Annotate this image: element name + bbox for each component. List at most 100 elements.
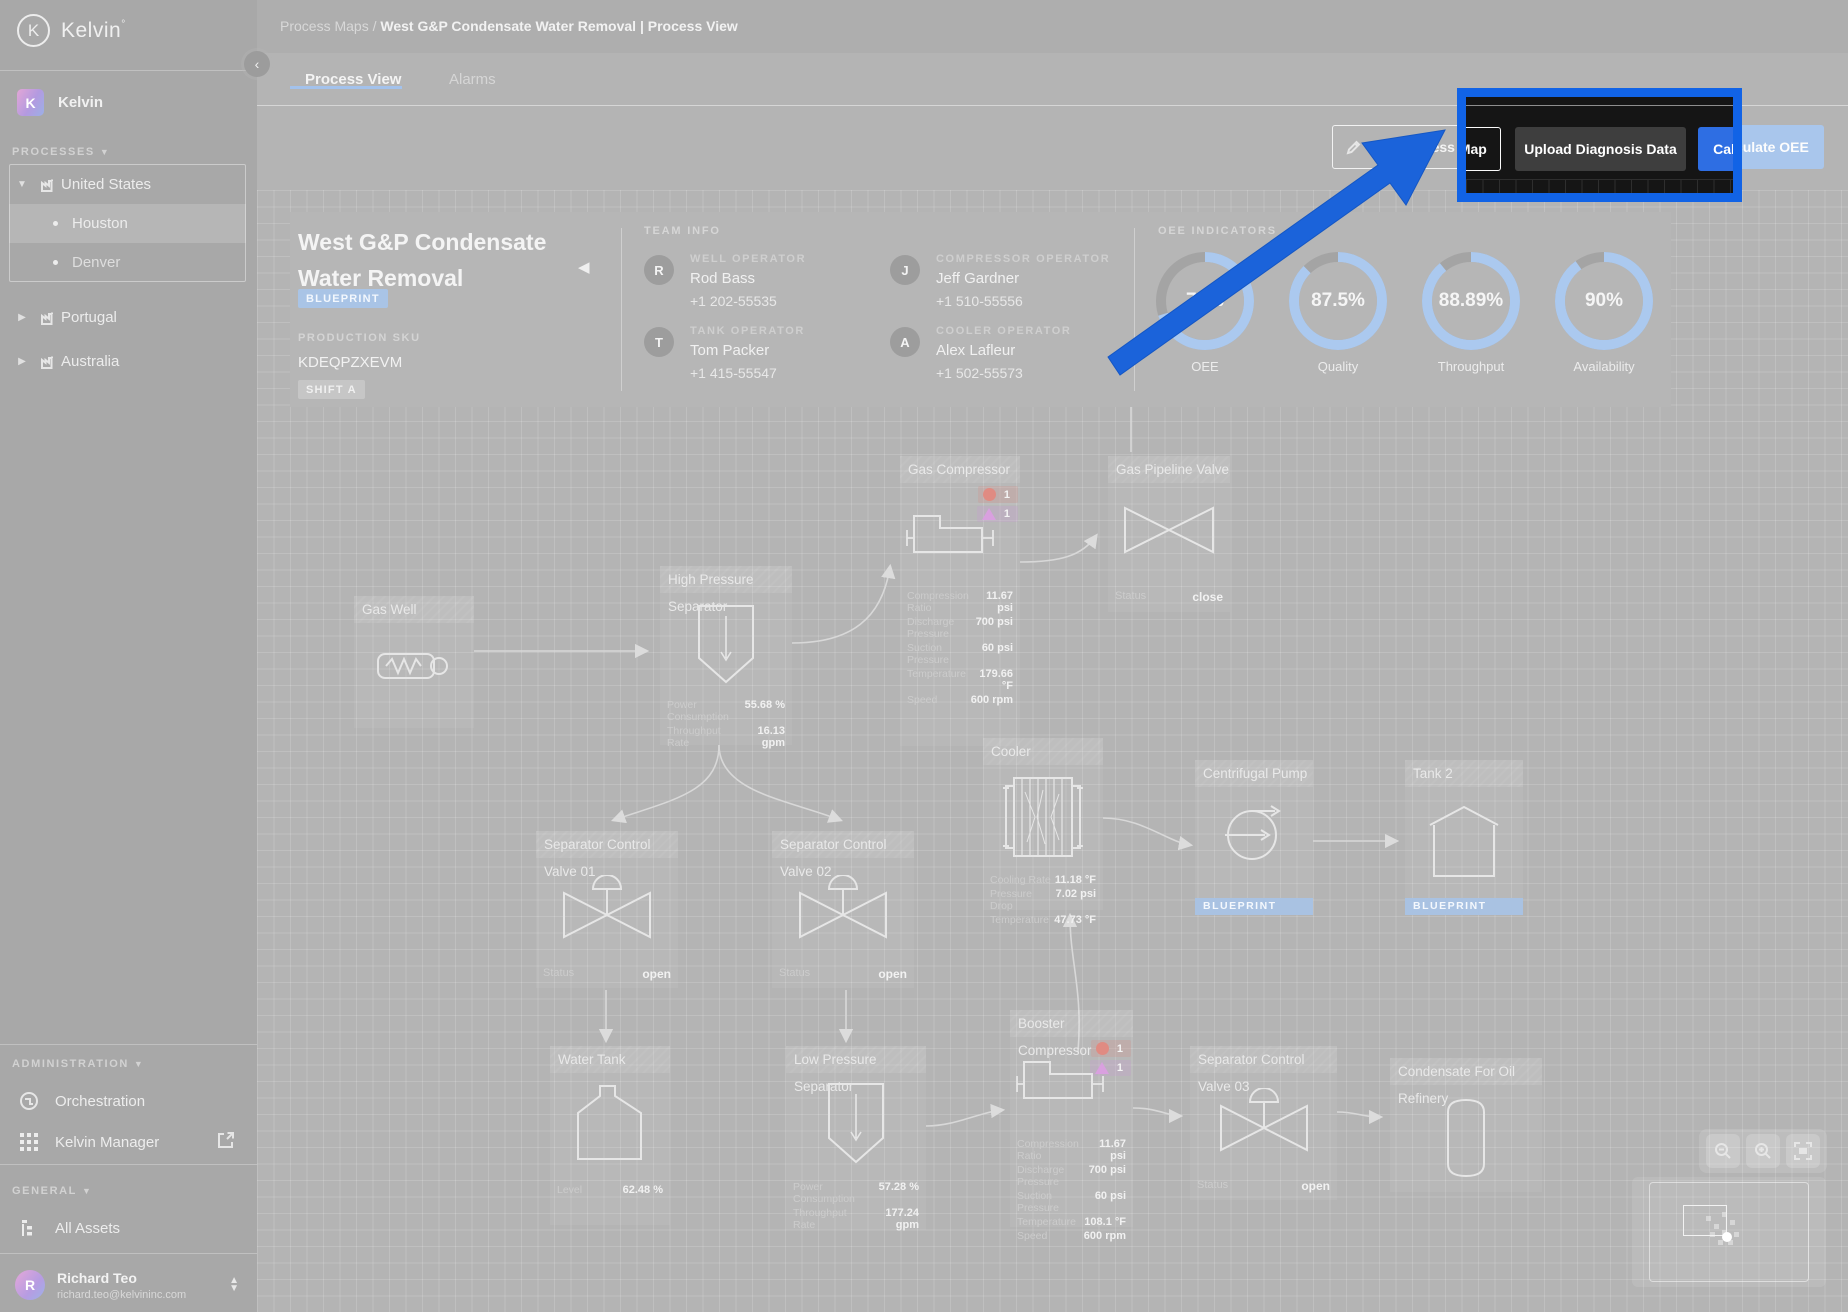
- section-general[interactable]: GENERAL ▼: [12, 1185, 91, 1197]
- sidebar-item-portugal[interactable]: ▶ Portugal: [9, 298, 246, 337]
- workspace-avatar: K: [17, 89, 44, 116]
- sidebar-item-kelvin-manager[interactable]: Kelvin Manager: [0, 1122, 257, 1162]
- factory-icon: [35, 178, 61, 192]
- collapse-panel-icon[interactable]: ◀: [578, 258, 590, 276]
- compressor-icon: [900, 510, 1020, 560]
- alarm-badge-critical[interactable]: 1: [1090, 1040, 1131, 1057]
- kelvin-logo: K Kelvin°: [17, 14, 126, 47]
- process-header-panel: West G&P Condensate Water Removal ◀ BLUE…: [290, 212, 1671, 407]
- control-valve-icon: [536, 875, 678, 939]
- blueprint-banner: BLUEPRINT: [1405, 898, 1523, 915]
- availability-ring: 90% Availability: [1552, 249, 1656, 374]
- minimap-viewport[interactable]: [1683, 1205, 1727, 1236]
- oee-ring-value: 70%: [1185, 290, 1225, 311]
- pencil-icon: [1346, 140, 1361, 154]
- sku-label: PRODUCTION SKU: [298, 332, 421, 344]
- tree-label: Denver: [72, 254, 121, 271]
- tab-alarms[interactable]: Alarms: [449, 71, 496, 88]
- sidebar-item-all-assets[interactable]: All Assets: [0, 1208, 257, 1248]
- node-gas-compressor[interactable]: Gas Compressor 1 1 Compression Ratio 11.6…: [900, 456, 1020, 746]
- node-low-pressure-separator[interactable]: Low Pressure Separator Power Consumption…: [786, 1046, 926, 1231]
- breadcrumb-root[interactable]: Process Maps: [280, 18, 369, 34]
- tab-bar-border: [1466, 105, 1733, 106]
- operator-phone: +1 415-55547: [690, 365, 777, 381]
- zoom-out-button[interactable]: [1706, 1134, 1740, 1168]
- operator-name: Rod Bass: [690, 270, 756, 287]
- section-processes[interactable]: PROCESSES ▼: [12, 146, 109, 158]
- zoom-toolbar: [1699, 1129, 1827, 1173]
- workspace-row[interactable]: K Kelvin: [17, 89, 103, 116]
- fit-to-screen-button[interactable]: [1786, 1134, 1820, 1168]
- divider: [1134, 228, 1135, 391]
- avatar: A: [890, 327, 920, 357]
- operator-name: Tom Packer: [690, 342, 770, 359]
- logo-text: Kelvin: [61, 18, 122, 42]
- availability-ring-label: Availability: [1573, 359, 1635, 374]
- valve-icon: [1108, 506, 1230, 554]
- chevron-up-down-icon: ▲ ▼: [229, 1275, 239, 1294]
- chevron-right-icon[interactable]: ▶: [9, 312, 35, 323]
- sidebar-item-denver[interactable]: Denver: [9, 243, 246, 282]
- tree-label: Australia: [61, 353, 120, 370]
- page-title: West G&P Condensate Water Removal: [298, 229, 547, 291]
- chevron-right-icon[interactable]: ▶: [9, 356, 35, 367]
- sidebar-item-houston[interactable]: Houston: [9, 204, 246, 243]
- external-link-icon[interactable]: [217, 1131, 235, 1153]
- upload-diagnosis-data-button[interactable]: Upload Diagnosis Data: [1515, 127, 1686, 171]
- node-centrifugal-pump[interactable]: Centrifugal Pump BLUEPRINT: [1195, 760, 1313, 915]
- sidebar-item-orchestration[interactable]: Orchestration: [0, 1081, 257, 1121]
- oee-indicators-heading: OEE INDICATORS: [1158, 225, 1277, 237]
- throughput-ring-label: Throughput: [1437, 359, 1505, 374]
- node-gas-pipeline-valve[interactable]: Gas Pipeline Valve Status close: [1108, 456, 1230, 612]
- blueprint-badge: BLUEPRINT: [298, 289, 388, 308]
- operator-role: COOLER OPERATOR: [936, 325, 1072, 337]
- sidebar-item-australia[interactable]: ▶ Australia: [9, 342, 246, 381]
- node-separator-control-valve-03[interactable]: Separator Control Valve 03 Status open: [1190, 1046, 1337, 1200]
- node-booster-compressor[interactable]: Booster Compressor 1 1 Compression Ratio…: [1010, 1010, 1133, 1242]
- tree-label: Portugal: [61, 309, 117, 326]
- operator-role: TANK OPERATOR: [690, 325, 805, 337]
- tree-label: United States: [61, 176, 152, 193]
- bullet-icon: [53, 260, 58, 265]
- breadcrumb: Process Maps / West G&P Condensate Water…: [280, 18, 738, 34]
- throughput-ring-value: 88.89%: [1438, 290, 1504, 311]
- quality-ring: 87.5% Quality: [1286, 249, 1390, 374]
- sidebar-collapse-button[interactable]: ‹: [244, 51, 270, 77]
- oee-ring-label: OEE: [1191, 359, 1219, 374]
- availability-ring-value: 90%: [1584, 290, 1624, 311]
- oee-ring: 70% OEE: [1153, 249, 1257, 374]
- node-cooler[interactable]: Cooler Cooling Rate 11.18 °F Pressure Dro…: [983, 738, 1103, 926]
- sidebar: K Kelvin° K Kelvin PROCESSES ▼ ▼ United S…: [0, 0, 257, 1312]
- zoom-in-button[interactable]: [1746, 1134, 1780, 1168]
- operator-phone: +1 502-55573: [936, 365, 1023, 381]
- avatar: R: [644, 255, 674, 285]
- sidebar-item-united-states[interactable]: ▼ United States: [9, 165, 246, 204]
- node-condensate-for-oil-refinery[interactable]: Condensate For Oil Refinery: [1390, 1058, 1542, 1192]
- avatar: R: [15, 1270, 45, 1300]
- shift-badge: SHIFT A: [298, 380, 365, 399]
- chevron-down-icon[interactable]: ▼: [9, 179, 35, 190]
- node-gas-well[interactable]: Gas Well: [354, 596, 474, 728]
- node-tank-2[interactable]: Tank 2 BLUEPRINT: [1405, 760, 1523, 915]
- separator-icon: [786, 1082, 926, 1164]
- node-separator-control-valve-02[interactable]: Separator Control Valve 02 Status open: [772, 831, 914, 988]
- operator-role: COMPRESSOR OPERATOR: [936, 253, 1111, 265]
- alarm-badge-critical[interactable]: 1: [977, 486, 1018, 503]
- pump-icon: [1195, 798, 1313, 864]
- chevron-down-icon: ▼: [81, 1186, 91, 1196]
- calculate-oee-button[interactable]: Calculate OEE: [1698, 127, 1733, 171]
- control-valve-icon: [772, 875, 914, 939]
- minimap[interactable]: [1632, 1177, 1826, 1287]
- node-water-tank[interactable]: Water Tank Level 62.48 %: [550, 1046, 670, 1225]
- user-menu[interactable]: R Richard Teo richard.teo@kelvininc.com …: [0, 1258, 257, 1312]
- active-tab-underline: [290, 86, 402, 89]
- node-separator-control-valve-01[interactable]: Separator Control Valve 01 Status open: [536, 831, 678, 988]
- minimap-resize-handle[interactable]: [1722, 1232, 1732, 1242]
- edit-process-map-button[interactable]: Edit Process Map: [1466, 127, 1501, 171]
- quality-ring-label: Quality: [1317, 359, 1359, 374]
- tutorial-spotlight: Edit Process Map Upload Diagnosis Data C…: [1457, 88, 1742, 202]
- section-administration[interactable]: ADMINISTRATION ▼: [12, 1058, 143, 1070]
- node-high-pressure-separator[interactable]: High Pressure Separator Power Consumptio…: [660, 566, 792, 749]
- tab-process-view[interactable]: Process View: [290, 71, 402, 89]
- cylinder-tank-icon: [1390, 1096, 1542, 1180]
